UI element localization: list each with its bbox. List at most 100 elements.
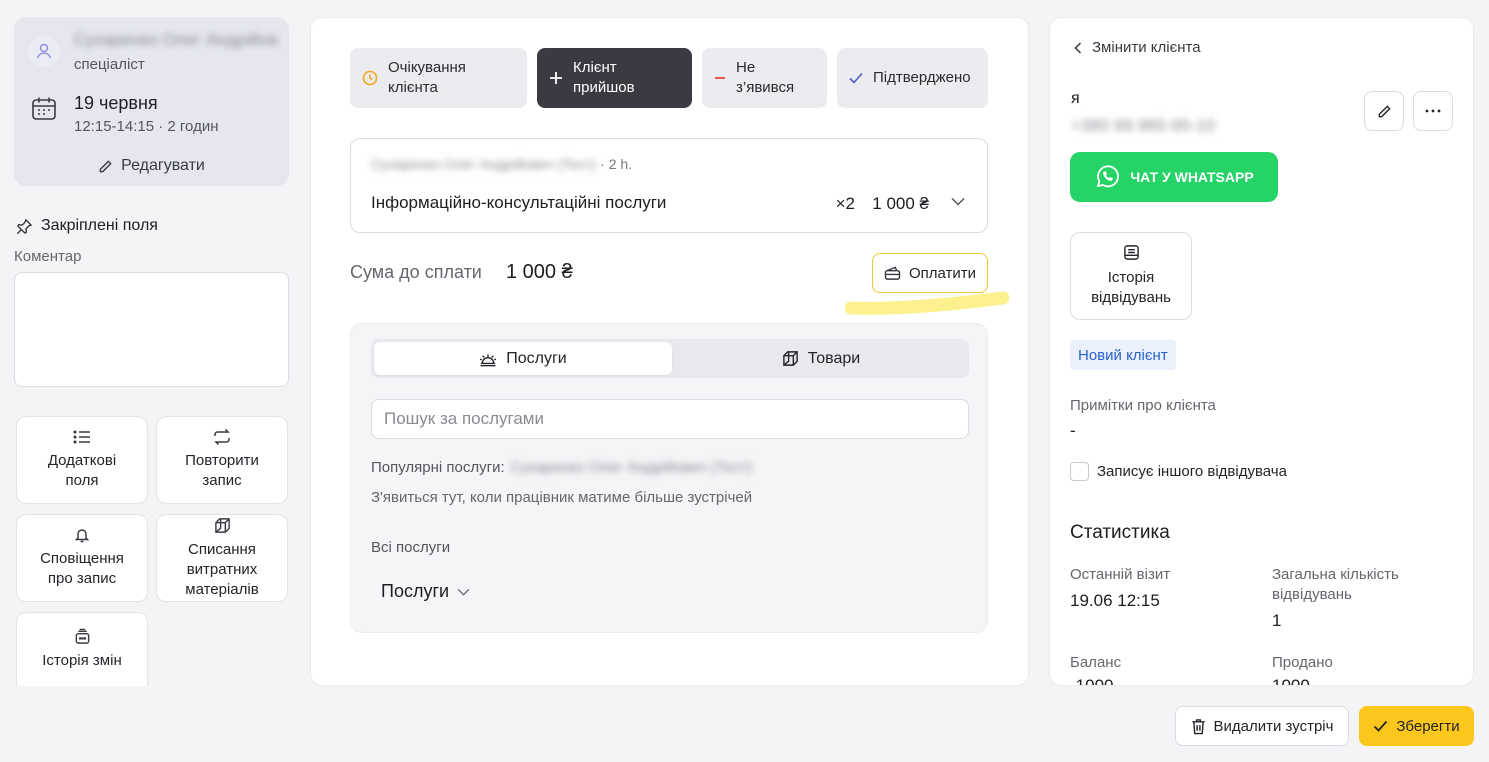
- edit-appointment-button[interactable]: Редагувати: [14, 157, 289, 175]
- more-options-button[interactable]: [1413, 91, 1453, 131]
- minus-icon: [715, 77, 725, 79]
- tab-products[interactable]: Товари: [672, 342, 970, 375]
- category-select[interactable]: Послуги: [381, 581, 470, 602]
- pin-icon: [16, 218, 33, 234]
- service-staff: Сухаренко Олег Андрійович (Тест): [371, 156, 597, 172]
- sum-value: 1 000 ₴: [506, 261, 573, 283]
- user-icon: [36, 43, 52, 59]
- trash-icon: [1191, 718, 1205, 734]
- change-history-button[interactable]: Історія змін: [16, 612, 148, 686]
- chevron-left-icon: [1074, 41, 1082, 54]
- pinned-title-text: Закріплені поля: [41, 217, 158, 234]
- bell-icon: [74, 529, 90, 543]
- status-label: Клієнт прийшов: [573, 59, 635, 96]
- balance-value: -1000: [1070, 676, 1114, 686]
- tile-label: Повторити запис: [185, 452, 259, 489]
- specialist-card: Сухаренко Олег Андрійович спеціаліст 19 …: [14, 17, 289, 186]
- highlighter-mark: [845, 290, 1009, 320]
- service-search-input[interactable]: [371, 399, 969, 439]
- all-services-label: Всі послуги: [371, 539, 451, 556]
- balance-label: Баланс: [1070, 654, 1122, 671]
- client-notes-label: Примітки про клієнта: [1070, 397, 1216, 414]
- avatar: [28, 35, 60, 67]
- client-phone: +380 99 965-95-10: [1071, 116, 1216, 135]
- comment-input[interactable]: [14, 272, 289, 387]
- other-visitor-option[interactable]: Записує іншого відвідувача: [1070, 462, 1287, 481]
- tile-label: Сповіщення про запис: [40, 550, 124, 587]
- catalog-tabs: Послуги Товари: [371, 339, 969, 378]
- specialist-role: спеціаліст: [74, 56, 145, 73]
- additional-fields-button[interactable]: Додаткові поля: [16, 416, 148, 504]
- status-no-show-button[interactable]: Не з’явився: [702, 48, 827, 108]
- plus-icon: [550, 72, 562, 84]
- popular-hint: З'явиться тут, коли працівник матиме біл…: [371, 489, 753, 506]
- write-off-materials-button[interactable]: Списання витратних матеріалів: [156, 514, 288, 602]
- other-visitor-label: Записує іншого відвідувача: [1097, 463, 1287, 480]
- service-bell-icon: [480, 354, 497, 366]
- change-client-button[interactable]: Змінити клієнта: [1074, 39, 1201, 56]
- repeat-icon: [214, 429, 230, 445]
- tab-label: Товари: [807, 349, 861, 367]
- comment-label: Коментар: [14, 248, 82, 265]
- repeat-appointment-button[interactable]: Повторити запис: [156, 416, 288, 504]
- box-icon: [214, 517, 230, 533]
- chevron-down-icon: [457, 588, 470, 596]
- status-label: Очікування клієнта: [388, 59, 466, 96]
- appointment-date: 19 червня: [74, 93, 158, 113]
- pay-label: Оплатити: [908, 264, 977, 282]
- more-icon: [1425, 109, 1441, 113]
- popular-staff: Сухаренко Олег Андрійович (Тест): [510, 459, 752, 476]
- list-icon: [73, 430, 90, 444]
- calendar-icon: [31, 96, 57, 122]
- save-label: Зберегти: [1396, 717, 1460, 735]
- delete-appointment-button[interactable]: Видалити зустріч: [1175, 706, 1349, 746]
- total-visits-label: Загальна кількість відвідувань: [1272, 566, 1399, 603]
- box-icon: [782, 351, 798, 366]
- history-label: Історія відвідувань: [1091, 269, 1171, 306]
- status-arrived-button[interactable]: Клієнт прийшов: [537, 48, 692, 108]
- category-value: Послуги: [381, 581, 450, 601]
- tab-services[interactable]: Послуги: [374, 342, 672, 375]
- whatsapp-chat-button[interactable]: ЧАТ У WHATSAPP: [1070, 152, 1278, 202]
- clock-icon: [362, 70, 378, 86]
- visit-history-button[interactable]: Історія відвідувань: [1070, 232, 1192, 320]
- sold-value: 1000: [1272, 676, 1310, 686]
- chevron-down-icon[interactable]: [951, 197, 965, 206]
- status-label: Не з’явився: [736, 59, 795, 96]
- client-panel: Змінити клієнта я +380 99 965-95-10 ЧАТ …: [1049, 17, 1474, 686]
- sum-label: Сума до сплати: [350, 262, 482, 282]
- last-visit-label: Останній візит: [1070, 566, 1171, 583]
- pencil-icon: [1378, 104, 1391, 117]
- appointment-time: 12:15-14:15 · 2 годин: [74, 118, 219, 135]
- status-label: Підтверджено: [873, 69, 971, 86]
- status-confirmed-button[interactable]: Підтверджено: [837, 48, 988, 108]
- edit-client-button[interactable]: [1364, 91, 1404, 131]
- tab-label: Послуги: [506, 349, 567, 367]
- specialist-name: Сухаренко Олег Андрійович: [74, 30, 279, 49]
- whatsapp-icon: [1097, 165, 1120, 188]
- new-client-badge: Новий клієнт: [1070, 340, 1176, 370]
- pay-button[interactable]: Оплатити: [872, 253, 988, 293]
- pencil-icon: [99, 159, 112, 172]
- popular-services: Популярні послуги: Сухаренко Олег Андрій…: [371, 459, 752, 476]
- tile-label: Історія змін: [42, 652, 122, 669]
- check-icon: [1374, 720, 1388, 732]
- service-duration: · 2 h.: [600, 156, 633, 172]
- status-waiting-button[interactable]: Очікування клієнта: [350, 48, 527, 108]
- check-icon: [849, 72, 863, 84]
- other-visitor-checkbox[interactable]: [1070, 462, 1089, 481]
- stats-title: Статистика: [1070, 522, 1170, 543]
- whatsapp-label: ЧАТ У WHATSAPP: [1130, 169, 1254, 185]
- save-button[interactable]: Зберегти: [1359, 706, 1474, 746]
- sold-label: Продано: [1272, 654, 1333, 671]
- tile-label: Додаткові поля: [47, 452, 117, 489]
- pinned-fields-title: Закріплені поля: [16, 217, 158, 235]
- client-notes-value: -: [1070, 421, 1076, 440]
- history-list-icon: [1123, 245, 1139, 260]
- service-catalog: Послуги Товари Популярні послуги: Сухаре…: [350, 323, 988, 633]
- wallet-icon: [884, 266, 901, 280]
- edit-label: Редагувати: [121, 157, 205, 174]
- history-icon: [75, 628, 89, 644]
- service-item[interactable]: Сухаренко Олег Андрійович (Тест) · 2 h. …: [350, 138, 988, 233]
- appointment-notification-button[interactable]: Сповіщення про запис: [16, 514, 148, 602]
